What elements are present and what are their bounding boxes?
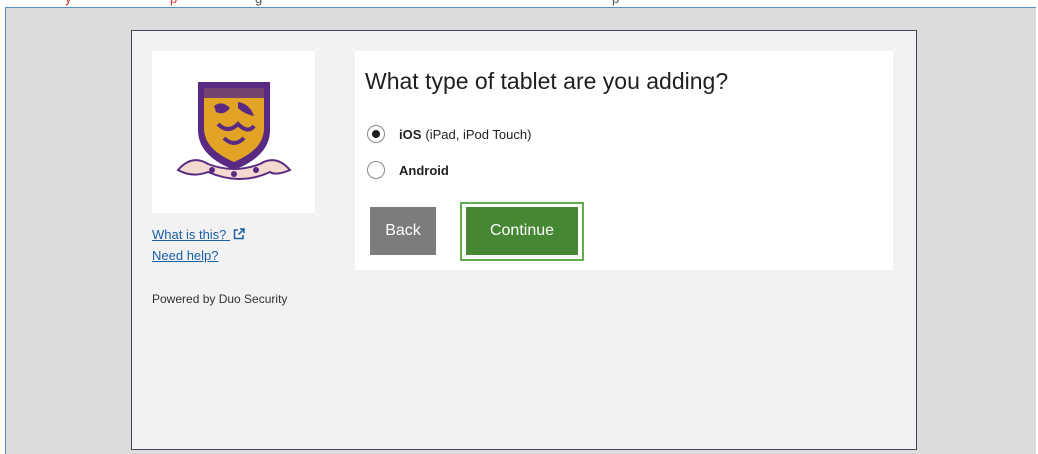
university-logo xyxy=(152,51,315,213)
device-type-panel: What type of tablet are you adding? iOS … xyxy=(355,51,893,270)
cutoff-text-fragment: g xyxy=(255,0,262,6)
option-ios-detail: (iPad, iPod Touch) xyxy=(425,126,532,142)
cutoff-text-fragment: p xyxy=(170,0,177,6)
back-button[interactable]: Back xyxy=(370,207,436,255)
cutoff-text-fragment: p xyxy=(612,0,619,6)
android-radio[interactable] xyxy=(367,161,385,179)
option-ios[interactable]: iOS (iPad, iPod Touch) xyxy=(367,125,531,143)
sidebar-links: What is this? Need help? xyxy=(152,224,245,266)
what-is-this-label: What is this? xyxy=(152,227,227,242)
university-crest-icon xyxy=(175,82,292,180)
continue-button[interactable]: Continue xyxy=(466,207,578,255)
what-is-this-link[interactable]: What is this? xyxy=(152,224,245,245)
external-link-icon xyxy=(233,228,245,240)
need-help-link[interactable]: Need help? xyxy=(152,245,245,266)
cutoff-text-fragment: y xyxy=(65,0,72,6)
option-ios-label: iOS xyxy=(399,126,422,142)
option-android-label: Android xyxy=(399,162,449,178)
option-android[interactable]: Android xyxy=(367,161,449,179)
page-title: What type of tablet are you adding? xyxy=(365,68,729,94)
ios-radio[interactable] xyxy=(367,125,385,143)
powered-by-text: Powered by Duo Security xyxy=(152,292,288,306)
